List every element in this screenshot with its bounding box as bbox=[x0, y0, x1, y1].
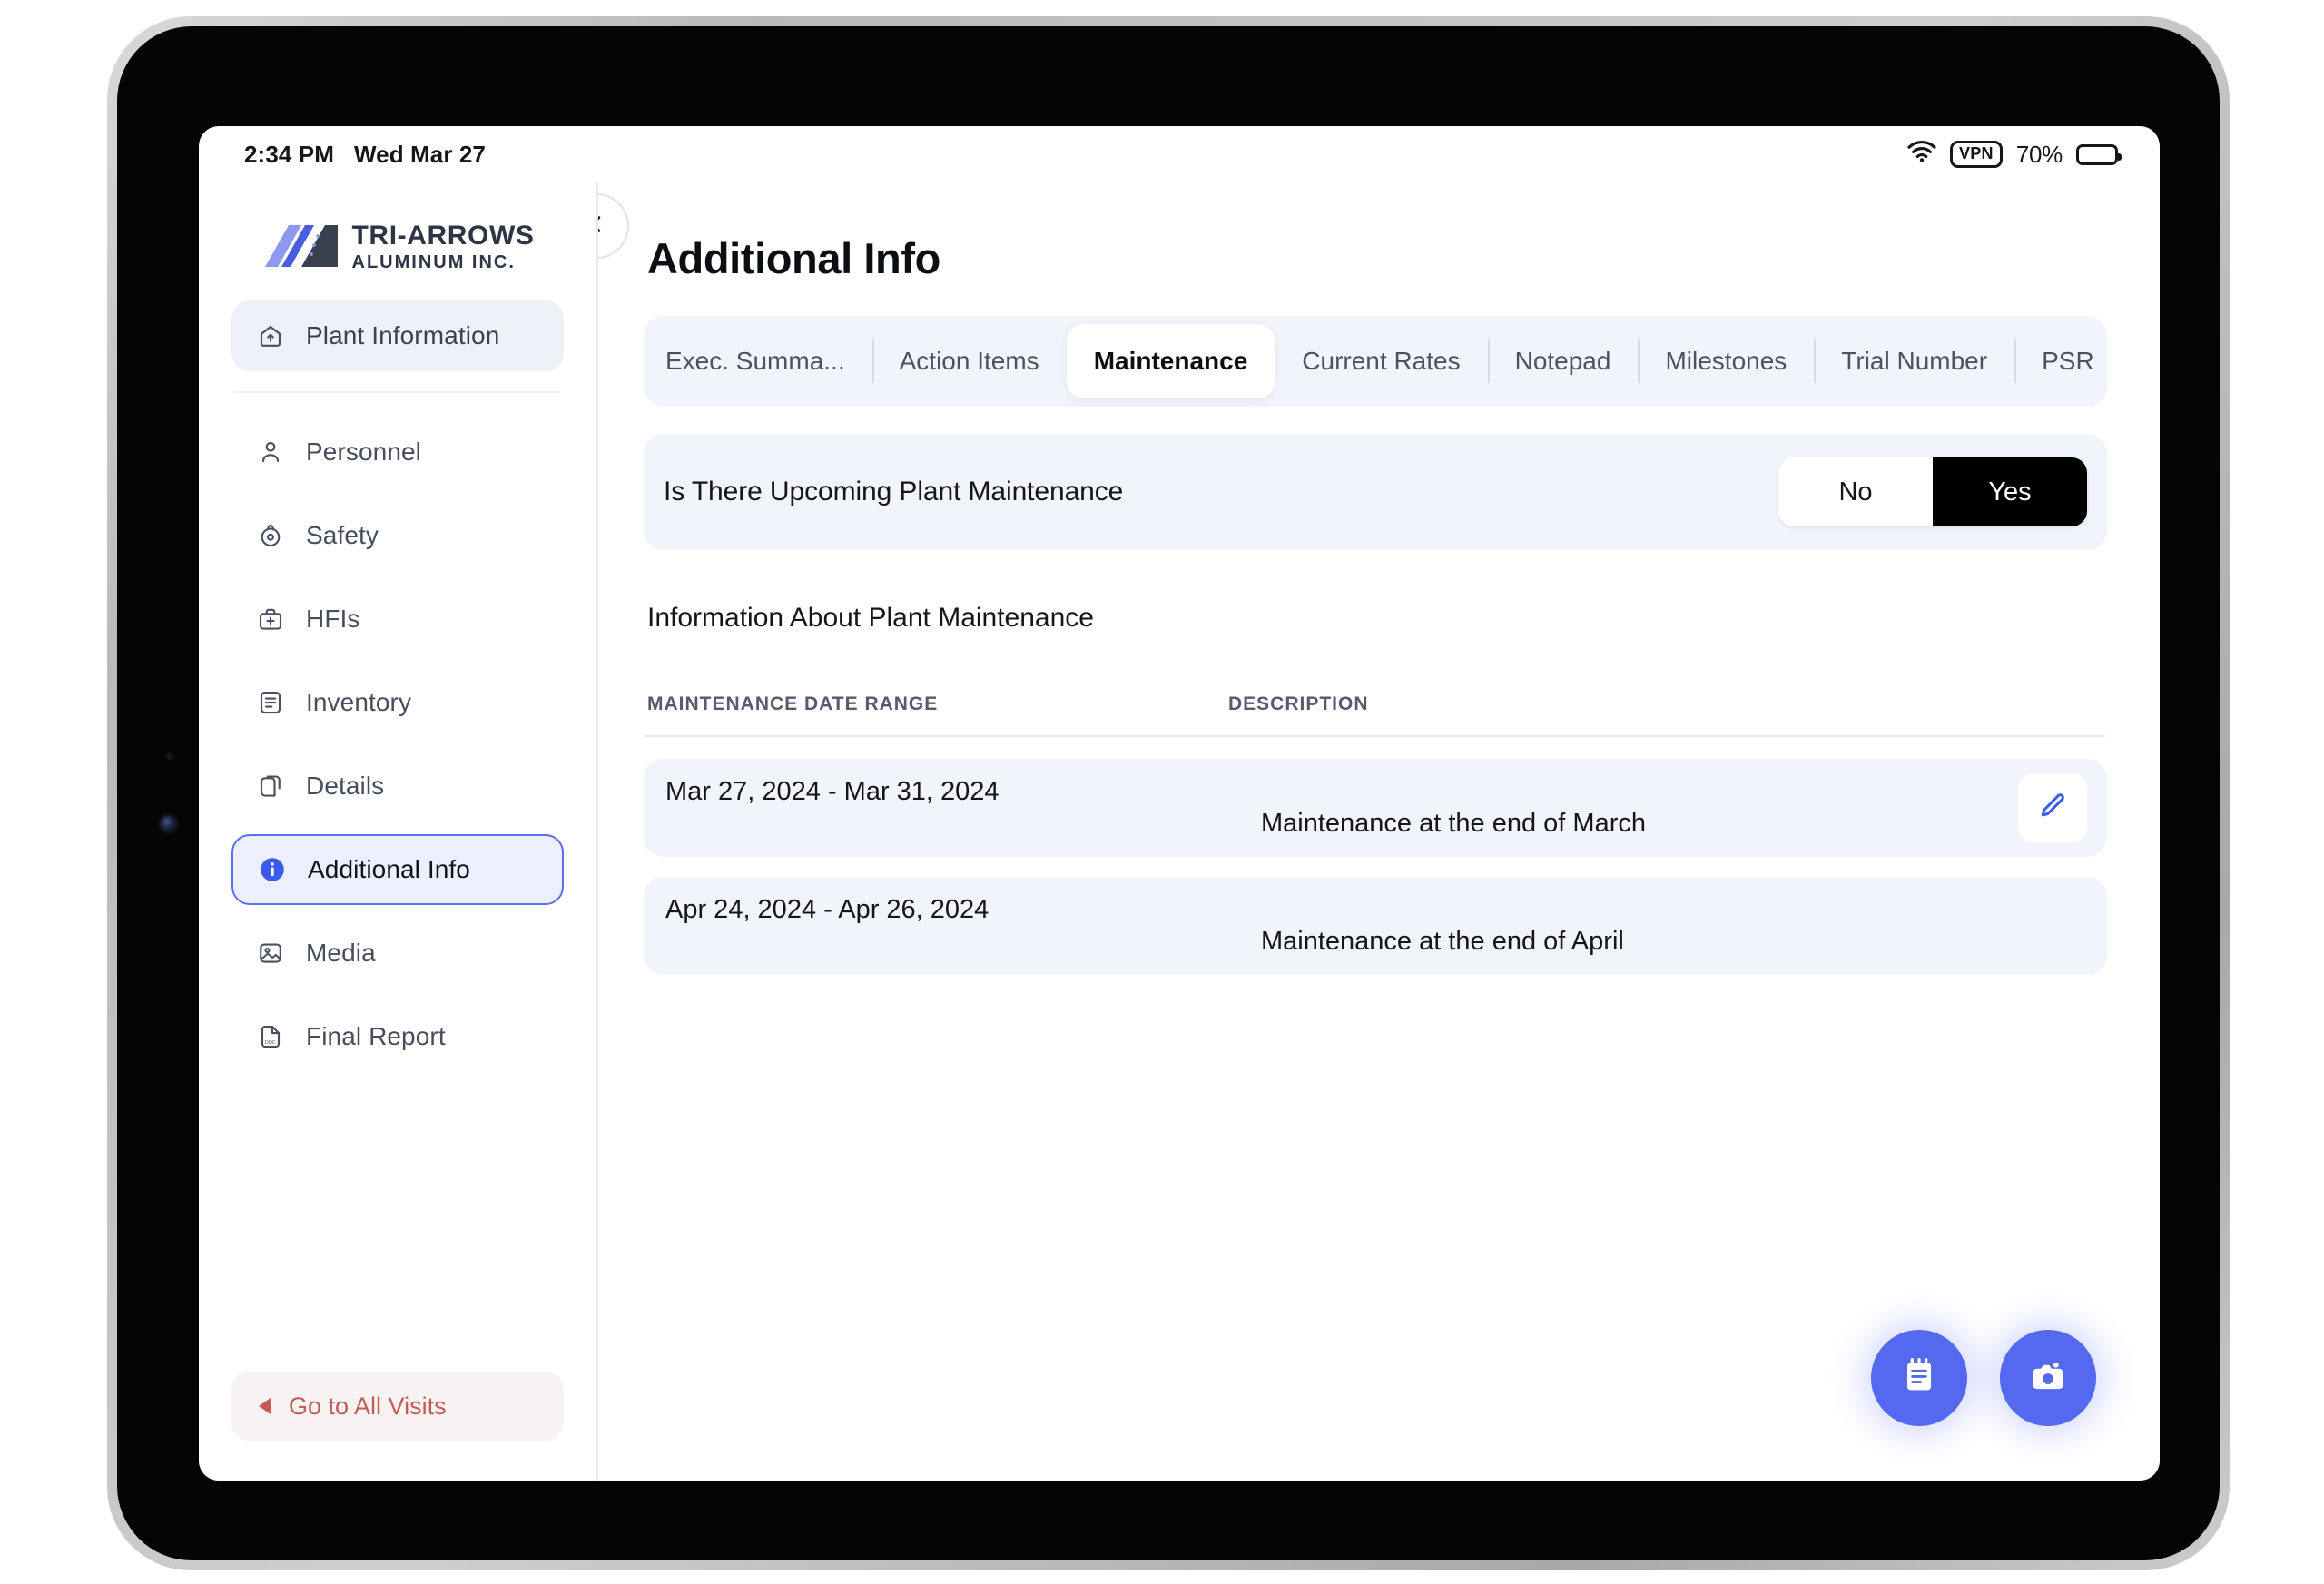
brand-logo: TRI-ARROWS ALUMINUM INC. bbox=[231, 217, 564, 277]
sidebar-item-label: HFIs bbox=[306, 605, 360, 633]
cell-description: Maintenance at the end of April bbox=[1261, 927, 1624, 956]
tab-trial-number[interactable]: Trial Number bbox=[1814, 316, 2014, 407]
sidebar-item-details[interactable]: Details bbox=[231, 751, 564, 822]
tab-label: Action Items bbox=[899, 347, 1039, 375]
page-title: Additional Info bbox=[647, 234, 940, 282]
status-bar-left: 2:34 PM Wed Mar 27 bbox=[244, 141, 486, 169]
tab-current-rates[interactable]: Current Rates bbox=[1275, 316, 1487, 407]
section-subtitle: Information About Plant Maintenance bbox=[647, 603, 1094, 633]
front-camera-icon bbox=[161, 816, 176, 831]
sidebar-item-personnel[interactable]: Personnel bbox=[231, 417, 564, 487]
column-header-date-range: MAINTENANCE DATE RANGE bbox=[647, 694, 939, 714]
battery-icon bbox=[2076, 143, 2122, 165]
person-icon bbox=[255, 437, 286, 467]
tab-label: PSR bbox=[2042, 347, 2094, 375]
copy-pages-icon bbox=[255, 771, 286, 802]
maintenance-question-card: Is There Upcoming Plant Maintenance No Y… bbox=[644, 434, 2107, 550]
app-body: TRI-ARROWS ALUMINUM INC. Plant Informati… bbox=[199, 182, 2160, 1481]
tab-label: Exec. Summa... bbox=[665, 347, 845, 375]
maintenance-question-label: Is There Upcoming Plant Maintenance bbox=[664, 477, 1124, 507]
sidebar-item-label: Media bbox=[306, 939, 376, 967]
status-time: 2:34 PM bbox=[244, 140, 334, 168]
tab-label: Milestones bbox=[1665, 347, 1787, 375]
table-row[interactable]: Mar 27, 2024 - Mar 31, 2024 Maintenance … bbox=[644, 759, 2107, 857]
tab-label: Maintenance bbox=[1093, 347, 1248, 375]
sidebar-item-label: Additional Info bbox=[308, 855, 470, 883]
tab-milestones[interactable]: Milestones bbox=[1638, 316, 1814, 407]
sidebar-item-final-report[interactable]: DOC Final Report bbox=[231, 1001, 564, 1072]
go-to-all-visits-label: Go to All Visits bbox=[289, 1392, 447, 1420]
sidebar-item-hfis[interactable]: HFIs bbox=[231, 584, 564, 654]
chevron-left-icon bbox=[598, 212, 608, 241]
brand-subtitle: ALUMINUM INC. bbox=[351, 252, 516, 272]
sidebar: TRI-ARROWS ALUMINUM INC. Plant Informati… bbox=[199, 182, 598, 1481]
info-circle-icon bbox=[257, 854, 288, 885]
edit-row-button[interactable] bbox=[2018, 773, 2087, 842]
tab-maintenance[interactable]: Maintenance bbox=[1066, 324, 1275, 398]
vpn-badge: VPN bbox=[1949, 140, 2003, 169]
main-content: Additional Info Exec. Summa... Action It… bbox=[598, 182, 2160, 1481]
floating-action-buttons bbox=[1871, 1330, 2096, 1426]
cell-date-range: Apr 24, 2024 - Apr 26, 2024 bbox=[665, 895, 990, 924]
column-header-description: DESCRIPTION bbox=[1228, 694, 1369, 714]
brand-title: TRI-ARROWS bbox=[351, 221, 535, 251]
pencil-edit-icon bbox=[2037, 791, 2068, 826]
add-note-fab[interactable] bbox=[1871, 1330, 1967, 1426]
tri-arrows-logo-icon bbox=[261, 220, 340, 275]
sidebar-item-label: Final Report bbox=[306, 1022, 446, 1050]
camera-icon bbox=[2027, 1355, 2069, 1402]
notes-icon bbox=[1898, 1355, 1940, 1402]
sidebar-item-label: Safety bbox=[306, 521, 379, 549]
brand-wordmark: TRI-ARROWS ALUMINUM INC. bbox=[351, 221, 535, 272]
tab-notepad[interactable]: Notepad bbox=[1487, 316, 1639, 407]
status-bar: 2:34 PM Wed Mar 27 VPN 70% bbox=[199, 126, 2160, 182]
tab-exec-summary[interactable]: Exec. Summa... bbox=[649, 316, 872, 407]
device-frame: 2:34 PM Wed Mar 27 VPN 70% TRI-ARROWS AL… bbox=[107, 16, 2230, 1570]
ambient-light-sensor bbox=[166, 753, 173, 760]
toggle-option-yes[interactable]: Yes bbox=[1933, 457, 2087, 526]
sidebar-nav-list: Personnel Safety HFIs Inventory Details … bbox=[231, 417, 564, 1072]
tab-label: Current Rates bbox=[1302, 347, 1461, 375]
back-arrow-icon bbox=[259, 1398, 271, 1414]
tab-action-items[interactable]: Action Items bbox=[872, 316, 1067, 407]
tablet-screen: 2:34 PM Wed Mar 27 VPN 70% TRI-ARROWS AL… bbox=[199, 126, 2160, 1481]
table-header-row: MAINTENANCE DATE RANGE DESCRIPTION bbox=[644, 694, 2107, 715]
go-to-all-visits-button[interactable]: Go to All Visits bbox=[231, 1372, 564, 1441]
image-icon bbox=[255, 938, 286, 969]
tab-bar: Exec. Summa... Action Items Maintenance … bbox=[644, 316, 2107, 407]
sidebar-item-label: Inventory bbox=[306, 688, 412, 716]
sidebar-item-additional-info[interactable]: Additional Info bbox=[231, 834, 564, 905]
sidebar-item-label: Details bbox=[306, 772, 385, 800]
tab-label: Notepad bbox=[1514, 347, 1611, 375]
maintenance-yes-no-toggle[interactable]: No Yes bbox=[1778, 457, 2087, 526]
sidebar-item-label: Personnel bbox=[306, 438, 421, 466]
cell-date-range: Mar 27, 2024 - Mar 31, 2024 bbox=[665, 777, 1000, 806]
table-header-rule bbox=[645, 735, 2105, 737]
status-bar-right: VPN 70% bbox=[1907, 140, 2122, 169]
device-bezel: 2:34 PM Wed Mar 27 VPN 70% TRI-ARROWS AL… bbox=[117, 26, 2220, 1560]
sidebar-item-media[interactable]: Media bbox=[231, 918, 564, 989]
wifi-icon bbox=[1907, 140, 1936, 169]
table-row[interactable]: Apr 24, 2024 - Apr 26, 2024 Maintenance … bbox=[644, 877, 2107, 975]
doc-file-icon: DOC bbox=[255, 1021, 286, 1052]
sidebar-divider bbox=[235, 391, 560, 393]
camera-fab[interactable] bbox=[2000, 1330, 2096, 1426]
sidebar-item-safety[interactable]: Safety bbox=[231, 500, 564, 571]
tab-psr[interactable]: PSR bbox=[2014, 316, 2122, 407]
toggle-option-no[interactable]: No bbox=[1778, 457, 1933, 526]
first-aid-kit-icon bbox=[255, 604, 286, 635]
sidebar-item-label: Plant Information bbox=[306, 321, 500, 349]
sidebar-item-inventory[interactable]: Inventory bbox=[231, 667, 564, 738]
status-date: Wed Mar 27 bbox=[353, 140, 486, 168]
svg-text:DOC: DOC bbox=[265, 1040, 276, 1046]
back-button[interactable] bbox=[598, 193, 629, 259]
safety-lock-icon bbox=[255, 520, 286, 551]
plant-upload-icon bbox=[255, 320, 286, 351]
cell-description: Maintenance at the end of March bbox=[1261, 809, 1646, 838]
tab-label: Trial Number bbox=[1841, 347, 1988, 375]
battery-percentage: 70% bbox=[2015, 140, 2063, 168]
list-document-icon bbox=[255, 687, 286, 718]
sidebar-item-plant-information[interactable]: Plant Information bbox=[231, 300, 564, 371]
